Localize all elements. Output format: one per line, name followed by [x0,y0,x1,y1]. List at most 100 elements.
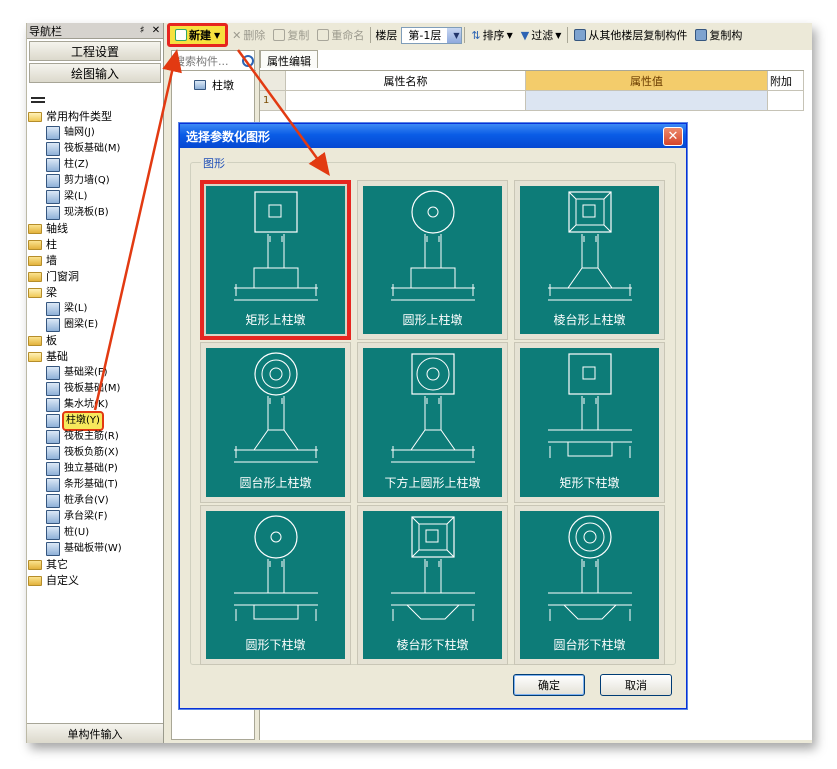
tree-label: 轴网(J) [64,127,95,138]
tree-item[interactable]: 条形基础(T) [27,477,163,493]
nav-title: 导航栏 [29,24,62,38]
shape-label: 圆形下柱墩 [245,638,306,652]
tree-item[interactable]: 柱(Z) [27,157,163,173]
tree-folder[interactable]: 柱 [27,237,163,253]
shape-option[interactable]: 矩形上柱墩 [200,180,351,340]
component-tree: 常用构件类型 轴网(J) 筏板基础(M) 柱(Z) 剪力墙(Q) 梁(L) 现浇板(B) 轴线… [27,109,163,589]
project-settings-button[interactable]: 工程设置 [29,41,161,61]
delete-label: 删除 [243,29,266,42]
tree-item[interactable]: 独立基础(P) [27,461,163,477]
filter-button[interactable]: ▼ 过滤 ▼ [517,25,566,45]
component-icon [46,302,60,316]
tree-label: 独立基础(P) [64,463,118,474]
separator [464,27,466,43]
shape-preview: 矩形下柱墩 [520,348,659,497]
shape-option[interactable]: 圆台形下柱墩 [514,505,665,665]
pier-diagram-icon [548,353,632,458]
tree-folder[interactable]: 梁 [27,285,163,301]
copy-from-floor-label: 从其他楼层复制构件 [588,29,688,42]
tree-item[interactable]: 梁(L) [27,189,163,205]
property-value-cell[interactable] [526,91,768,111]
component-icon [46,142,60,156]
rename-button[interactable]: 重命名 [313,25,368,45]
property-extra-cell[interactable] [768,91,804,111]
toolbar: 新建 ▼ ✕ 删除 复制 重命名 楼层 第-1层 ▼ ⇅ 排序 ▼ ▼ 过滤 ▼… [167,23,812,47]
tree-label: 板 [46,334,57,347]
tree-item[interactable]: 现浇板(B) [27,205,163,221]
close-icon[interactable]: ✕ [663,126,683,146]
floor-label: 楼层 [375,29,398,42]
floor-select[interactable]: 第-1层 ▼ [401,26,463,44]
tree-item[interactable]: 基础板带(W) [27,541,163,557]
column-header-name: 属性名称 [286,71,526,91]
tree-item[interactable]: 集水坑(K) [27,397,163,413]
shape-option[interactable]: 下方上圆形上柱墩 [357,342,508,503]
tree-label: 圈梁(E) [64,319,99,330]
pier-diagram-icon [391,190,475,301]
tree-item[interactable]: 筏板负筋(X) [27,445,163,461]
folder-open-icon [28,352,42,362]
close-icon[interactable]: ✕ [149,25,163,36]
search-icon[interactable] [242,54,254,67]
rename-label: 重命名 [331,29,365,42]
pin-icon[interactable]: ♯ [135,25,149,36]
tree-item[interactable]: 筏板主筋(R) [27,429,163,445]
tree-label: 筏板主筋(R) [64,431,119,442]
pier-diagram-icon [234,352,318,463]
component-icon [46,366,60,380]
tree-folder[interactable]: 板 [27,333,163,349]
tree-item[interactable]: 柱墩(Y) [27,411,163,431]
list-item[interactable]: 柱墩 [172,71,254,93]
search-input[interactable]: 搜索构件... [172,51,256,71]
tree-folder[interactable]: 其它 [27,557,163,573]
tree-folder[interactable]: 基础 [27,349,163,365]
filter-icon: ▼ [520,28,530,42]
single-component-input-button[interactable]: 单构件输入 [27,723,163,743]
tree-item[interactable]: 轴网(J) [27,125,163,141]
sort-button[interactable]: ⇅ 排序 ▼ [467,25,516,45]
tree-item[interactable]: 桩承台(V) [27,493,163,509]
tree-item[interactable]: 筏板基础(M) [27,381,163,397]
tree-item[interactable]: 筏板基础(M) [27,141,163,157]
dialog-title: 选择参数化图形 [186,129,271,144]
shape-option[interactable]: 棱台形上柱墩 [514,180,665,340]
shape-option[interactable]: 圆台形上柱墩 [200,342,351,503]
tree-folder[interactable]: 门窗洞 [27,269,163,285]
component-icon [46,446,60,460]
component-icon [46,462,60,476]
tree-folder[interactable]: 墙 [27,253,163,269]
copy-floor-icon [574,29,587,41]
shape-option[interactable]: 圆形上柱墩 [357,180,508,340]
tree-label: 其它 [46,558,68,571]
copy-from-floor-button[interactable]: 从其他楼层复制构件 [570,25,691,45]
cancel-button[interactable]: 取消 [600,674,672,696]
tree-folder[interactable]: 自定义 [27,573,163,589]
tree-item[interactable]: 圈梁(E) [27,317,163,333]
drawing-input-button[interactable]: 绘图输入 [29,63,161,83]
tree-item[interactable]: 桩(U) [27,525,163,541]
tree-label: 基础板带(W) [64,543,122,554]
tab-property-edit[interactable]: 属性编辑 [260,50,318,68]
pier-diagram-icon [548,515,632,621]
property-name-cell[interactable] [286,91,526,111]
copy-to-floor-button[interactable]: 复制构 [691,25,746,45]
delete-button[interactable]: ✕ 删除 [228,25,269,45]
shape-option[interactable]: 圆形下柱墩 [200,505,351,665]
nav-title-bar: 导航栏 ♯ ✕ [27,23,163,39]
tree-folder[interactable]: 轴线 [27,221,163,237]
table-row[interactable]: 1 [260,91,804,111]
tree-item[interactable]: 梁(L) [27,301,163,317]
navigation-panel: 导航栏 ♯ ✕ 工程设置 绘图输入 常用构件类型 轴网(J) 筏板基础(M) 柱(Z)… [27,23,164,743]
tree-folder[interactable]: 常用构件类型 [27,109,163,125]
shape-label: 下方上圆形上柱墩 [384,476,481,490]
tree-item[interactable]: 剪力墙(Q) [27,173,163,189]
collapse-icon[interactable] [27,83,163,107]
ok-button[interactable]: 确定 [513,674,585,696]
shape-option[interactable]: 矩形下柱墩 [514,342,665,503]
tree-item[interactable]: 基础梁(F) [27,365,163,381]
copy-button[interactable]: 复制 [269,25,313,45]
shape-option[interactable]: 棱台形下柱墩 [357,505,508,665]
tree-label: 门窗洞 [46,270,79,283]
new-button[interactable]: 新建 ▼ [167,23,229,47]
tree-item[interactable]: 承台梁(F) [27,509,163,525]
